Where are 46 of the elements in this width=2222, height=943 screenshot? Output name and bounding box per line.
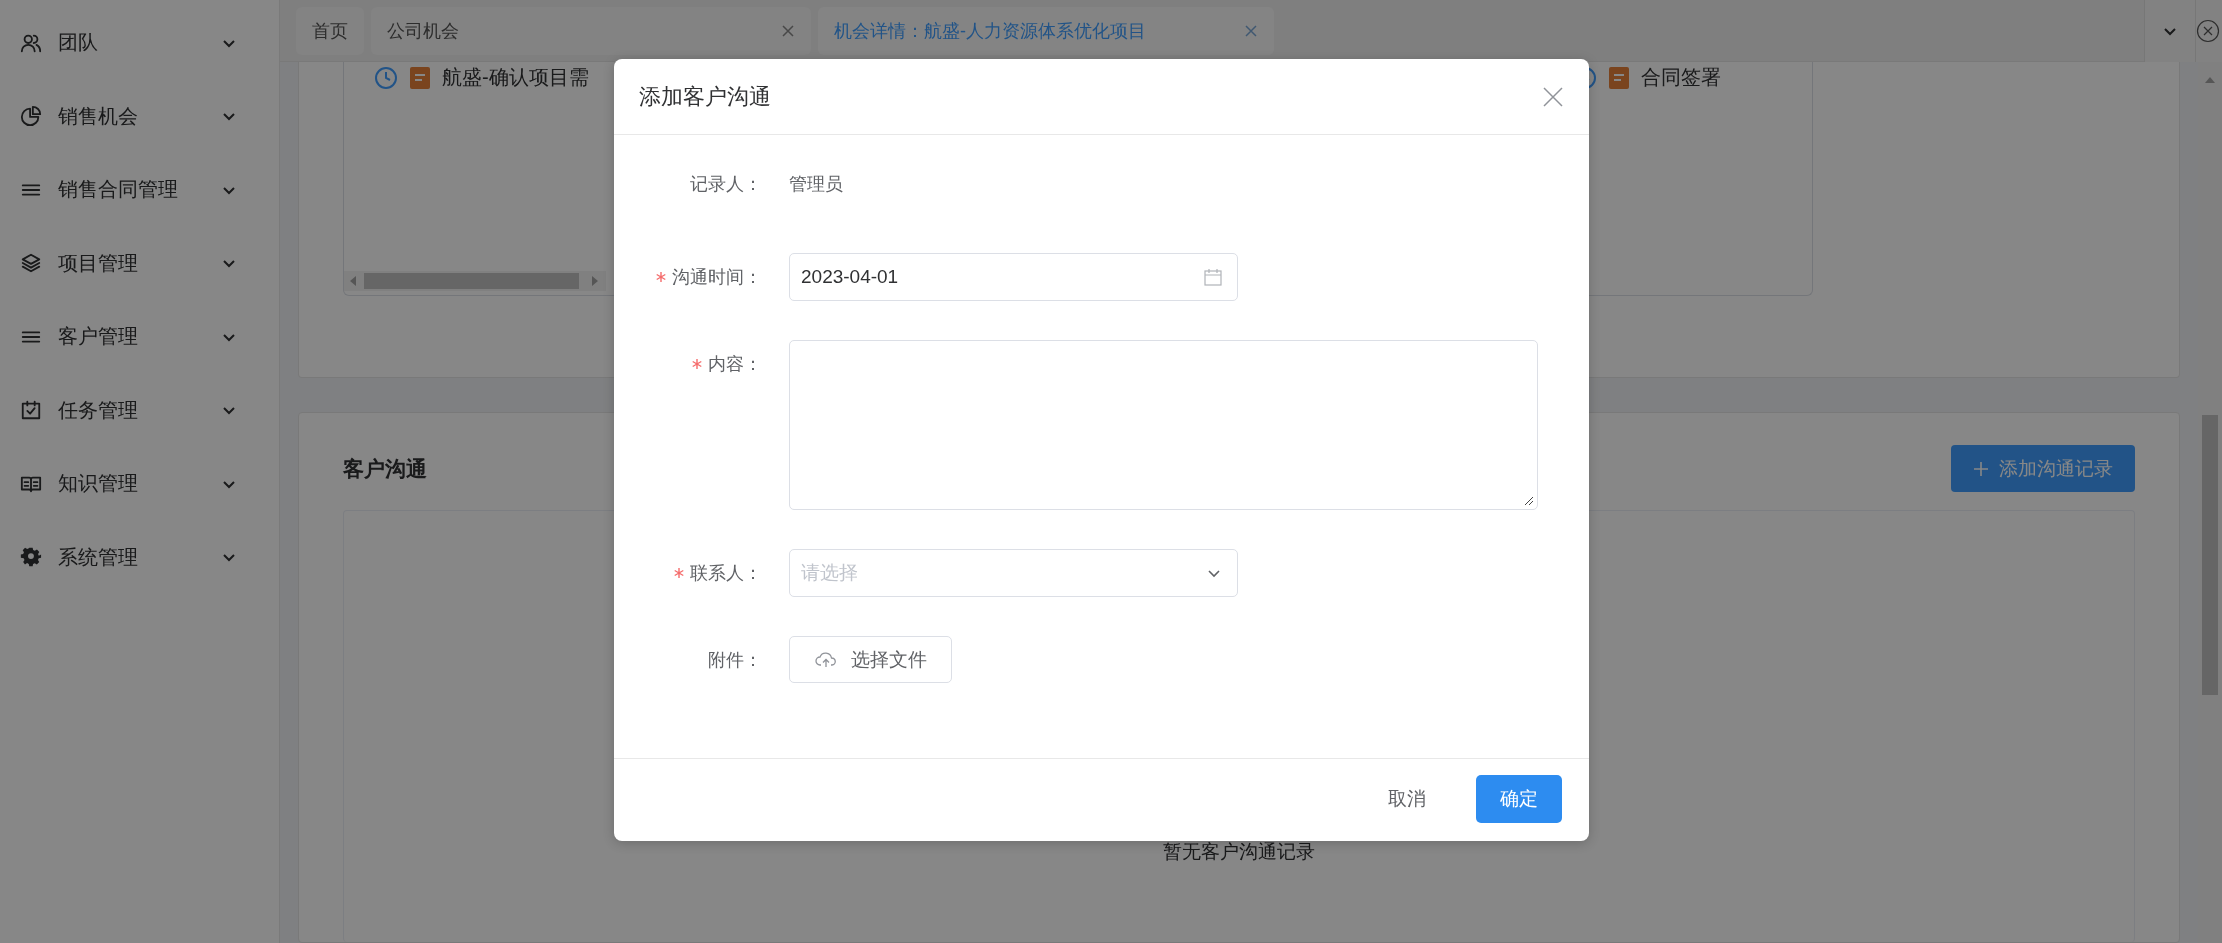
- field-label: 记录人：: [690, 173, 762, 196]
- tab-label: 公司机会: [387, 19, 459, 43]
- empty-message: 暂无客户沟通记录: [1163, 840, 1315, 864]
- cloud-upload-icon: [814, 650, 837, 669]
- sidebar-item[interactable]: 客户管理: [0, 300, 279, 374]
- pie-chart-icon: [20, 105, 42, 128]
- tab[interactable]: 公司机会: [371, 6, 811, 55]
- field-label: 附件：: [708, 649, 762, 672]
- sidebar-item[interactable]: 项目管理: [0, 226, 279, 300]
- timeline-item-title: 合同签署: [1641, 65, 1721, 90]
- field-label: 联系人：: [690, 562, 762, 585]
- timeline-item-title: 航盛-确认项目需: [442, 65, 589, 90]
- layers-icon: [20, 252, 42, 275]
- close-icon[interactable]: [781, 23, 795, 38]
- close-icon[interactable]: [1244, 23, 1258, 38]
- field-label: 沟通时间：: [672, 266, 762, 289]
- settings-icon: [20, 546, 42, 569]
- clock-icon: [374, 65, 398, 90]
- recorder-value: 管理员: [789, 173, 843, 196]
- tab-label: 机会详情：航盛-人力资源体系优化项目: [834, 19, 1146, 43]
- calendar-icon: [1204, 268, 1222, 286]
- plus-icon: [1973, 460, 1989, 477]
- document-icon: [410, 66, 430, 89]
- sidebar-item[interactable]: 知识管理: [0, 447, 279, 521]
- sidebar-item[interactable]: 系统管理: [0, 520, 279, 594]
- document-icon: [1609, 66, 1629, 89]
- content-field[interactable]: [789, 340, 1538, 510]
- calendar-check-icon: [20, 399, 42, 422]
- sidebar-item[interactable]: 团队: [0, 6, 279, 80]
- section-title: 客户沟通: [343, 455, 427, 482]
- tab[interactable]: 首页: [296, 6, 364, 55]
- horizontal-scrollbar[interactable]: [344, 271, 606, 291]
- date-field[interactable]: 2023-04-01: [789, 253, 1238, 301]
- sidebar-item[interactable]: 销售机会: [0, 79, 279, 153]
- cancel-button[interactable]: 取消: [1364, 775, 1450, 823]
- sidebar-item[interactable]: 任务管理: [0, 373, 279, 447]
- resize-handle-icon: [1524, 496, 1534, 506]
- close-icon[interactable]: [1543, 86, 1563, 107]
- close-circle-icon: [2196, 18, 2220, 43]
- dialog-title: 添加客户沟通: [639, 82, 771, 111]
- field-label: 内容：: [708, 353, 762, 376]
- tab-label: 首页: [312, 19, 348, 43]
- close-all-button[interactable]: [2195, 0, 2222, 62]
- choose-file-button[interactable]: 选择文件: [789, 636, 952, 683]
- confirm-button[interactable]: 确定: [1476, 775, 1562, 823]
- sidebar-item[interactable]: 销售合同管理: [0, 153, 279, 227]
